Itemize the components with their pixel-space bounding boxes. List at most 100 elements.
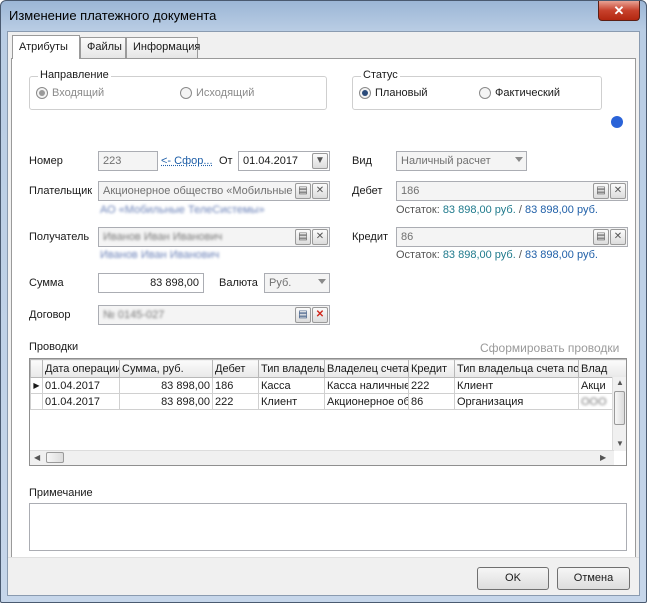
direction-incoming-radio[interactable]: Входящий: [36, 87, 104, 99]
postings-title: Проводки: [29, 341, 79, 353]
row-pointer-icon: ▶: [30, 377, 43, 394]
payer-input[interactable]: Акционерное общество «Мобильные ▤ ✕: [98, 181, 330, 201]
contract-clear-button[interactable]: ✕: [312, 307, 328, 323]
recipient-sub-link[interactable]: Иванов Иван Иванович: [100, 249, 219, 261]
debit-label: Дебет: [352, 185, 383, 197]
credit-clear-button[interactable]: ✕: [610, 229, 626, 245]
tab-attributes-label: Атрибуты: [19, 41, 68, 53]
list-icon: ▤: [298, 309, 308, 320]
column-header[interactable]: Сумма, руб.: [119, 359, 213, 378]
number-input[interactable]: 223: [98, 151, 158, 171]
note-textarea[interactable]: [29, 503, 627, 551]
chevron-down-icon: ▼: [315, 155, 325, 166]
generate-number-link[interactable]: <- Сфор...: [161, 155, 213, 167]
table-cell: 01.04.2017: [42, 377, 120, 394]
postings-table: Дата операции Сумма, руб. Дебет Тип влад…: [30, 359, 626, 410]
scroll-right-icon[interactable]: ▶: [600, 453, 606, 462]
table-cell: 83 898,00: [119, 377, 213, 394]
sum-value: 83 898,00: [150, 277, 199, 289]
payer-clear-button[interactable]: ✕: [312, 183, 328, 199]
table-cell: Акционерное об: [324, 393, 409, 410]
list-icon: ▤: [298, 185, 308, 196]
date-value: 01.04.2017: [243, 155, 299, 167]
debit-value: 186: [401, 185, 420, 197]
credit-input[interactable]: 86 ▤ ✕: [396, 227, 628, 247]
generate-postings-link[interactable]: Сформировать проводки: [480, 341, 619, 355]
vertical-scroll-thumb[interactable]: [614, 391, 625, 425]
scroll-down-icon[interactable]: ▼: [616, 439, 624, 448]
table-row[interactable]: 01.04.2017 83 898,00 222 Клиент Акционер…: [30, 393, 626, 410]
kind-label: Вид: [352, 155, 372, 167]
column-header[interactable]: Тип владельца счета по: [454, 359, 579, 378]
credit-label: Кредит: [352, 231, 389, 243]
recipient-input[interactable]: Иванов Иван Иванович ▤ ✕: [98, 227, 330, 247]
dialog-footer: OK Отмена: [8, 557, 639, 595]
debit-input[interactable]: 186 ▤ ✕: [396, 181, 628, 201]
credit-balance: Остаток: 83 898,00 руб. / 83 898,00 руб.: [396, 249, 598, 261]
vertical-scrollbar[interactable]: ▲ ▼: [612, 377, 626, 451]
cancel-button-label: Отмена: [573, 572, 614, 584]
column-header[interactable]: Тип владельца: [258, 359, 325, 378]
clear-icon: ✕: [315, 309, 325, 320]
direction-group-title: Направление: [38, 69, 111, 81]
debit-balance-sep: /: [518, 204, 522, 216]
list-icon: ▤: [298, 231, 308, 242]
status-planned-radio[interactable]: Плановый: [359, 87, 428, 99]
tab-files[interactable]: Файлы: [80, 37, 126, 58]
horizontal-scroll-thumb[interactable]: [46, 452, 64, 463]
direction-incoming-label: Входящий: [52, 87, 105, 99]
status-group-title: Статус: [361, 69, 400, 81]
recipient-select-button[interactable]: ▤: [295, 229, 311, 245]
postings-header-row: Дата операции Сумма, руб. Дебет Тип влад…: [30, 359, 626, 378]
status-group: Статус Плановый Фактический: [352, 69, 602, 110]
status-actual-radio[interactable]: Фактический: [479, 87, 560, 99]
radio-dot-icon: [479, 87, 491, 99]
column-header[interactable]: Дата операции: [42, 359, 120, 378]
row-selector-cell: [30, 393, 43, 410]
cancel-button[interactable]: Отмена: [557, 567, 630, 590]
debit-select-button[interactable]: ▤: [593, 183, 609, 199]
sum-input[interactable]: 83 898,00: [98, 273, 204, 293]
debit-clear-button[interactable]: ✕: [610, 183, 626, 199]
titlebar[interactable]: Изменение платежного документа ✕: [1, 1, 646, 31]
ok-button[interactable]: OK: [477, 567, 549, 590]
table-row[interactable]: ▶ 01.04.2017 83 898,00 186 Касса Касса н…: [30, 377, 626, 394]
direction-outgoing-radio[interactable]: Исходящий: [180, 87, 254, 99]
credit-value: 86: [401, 231, 414, 243]
calendar-dropdown-button[interactable]: ▼: [312, 153, 328, 169]
chevron-down-icon: [318, 279, 326, 284]
date-input[interactable]: 01.04.2017 ▼: [238, 151, 330, 171]
currency-select[interactable]: Руб.: [264, 273, 330, 293]
column-header[interactable]: Влад: [578, 359, 626, 378]
column-header[interactable]: Кредит: [408, 359, 455, 378]
payer-select-button[interactable]: ▤: [295, 183, 311, 199]
scroll-up-icon[interactable]: ▲: [616, 378, 624, 387]
tab-files-label: Файлы: [87, 41, 122, 53]
scroll-left-icon[interactable]: ◀: [34, 453, 40, 462]
dialog-client: Атрибуты Файлы Информация Направление Вх…: [7, 31, 640, 596]
recipient-label: Получатель: [29, 231, 90, 243]
kind-select[interactable]: Наличный расчет: [396, 151, 527, 171]
recipient-clear-button[interactable]: ✕: [312, 229, 328, 245]
radio-dot-icon: [359, 87, 371, 99]
payer-sub-link[interactable]: АО «Мобильные ТелеСистемы»: [100, 204, 265, 216]
direction-group: Направление Входящий Исходящий: [29, 69, 327, 110]
contract-input[interactable]: № 0145-027 ▤ ✕: [98, 305, 330, 325]
number-value: 223: [103, 155, 122, 167]
table-cell: Касса наличные: [324, 377, 409, 394]
tab-attributes[interactable]: Атрибуты: [12, 35, 80, 59]
credit-select-button[interactable]: ▤: [593, 229, 609, 245]
radio-dot-icon: [180, 87, 192, 99]
table-cell: 222: [408, 377, 455, 394]
close-button[interactable]: ✕: [598, 1, 640, 21]
chevron-down-icon: [515, 157, 523, 162]
contract-select-button[interactable]: ▤: [295, 307, 311, 323]
column-header[interactable]: Дебет: [212, 359, 259, 378]
debit-balance-2: 83 898,00 руб.: [524, 204, 598, 216]
horizontal-scrollbar[interactable]: ◀ ▶: [30, 450, 614, 465]
tab-info[interactable]: Информация: [126, 37, 200, 58]
column-header[interactable]: Владелец счета: [324, 359, 409, 378]
table-cell: 186: [212, 377, 259, 394]
row-selector-header: [30, 359, 43, 378]
radio-dot-icon: [36, 87, 48, 99]
